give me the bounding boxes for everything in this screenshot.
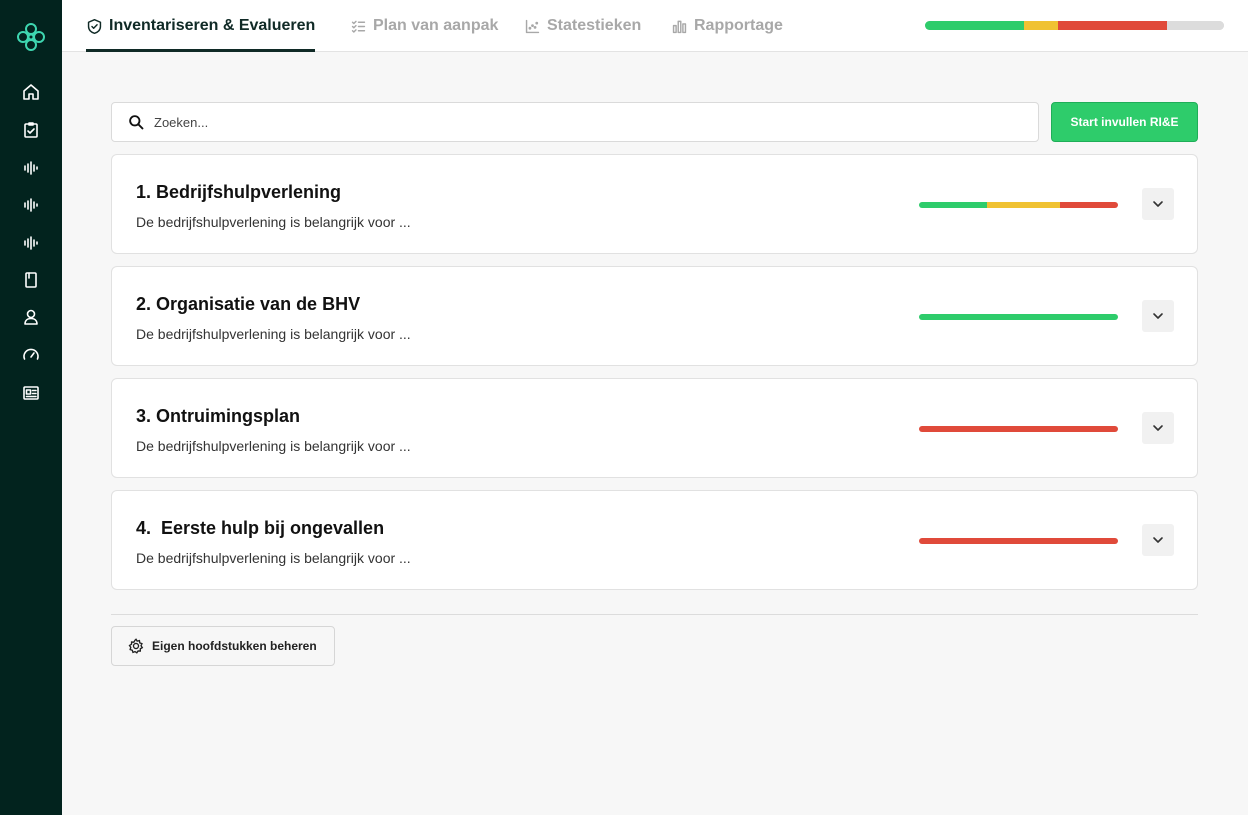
chapter-title: 1. Bedrijfshulpverlening <box>136 182 342 202</box>
checklist-icon <box>351 20 366 33</box>
progress-segment-red <box>1058 21 1168 30</box>
progress-segment-red <box>919 426 1118 432</box>
sidebar-item-audio-3[interactable] <box>19 231 43 255</box>
sidebar-item-audio-1[interactable] <box>19 156 43 180</box>
expand-button[interactable] <box>1142 412 1174 444</box>
chapter-card[interactable]: 4. Eerste hulp bij ongevallen De bedrijf… <box>111 490 1198 590</box>
expand-button[interactable] <box>1142 188 1174 220</box>
chapter-description: De bedrijfshulpverlening is belangrijk v… <box>136 326 411 342</box>
tab-label: Statestieken <box>547 17 642 34</box>
chevron-down-icon <box>1153 425 1163 431</box>
chapter-title: 4. Eerste hulp bij ongevallen <box>136 518 385 538</box>
tab-statestieken[interactable]: Statestieken <box>524 0 641 52</box>
chapter-title: 2. Organisatie van de BHV <box>136 294 361 314</box>
divider <box>111 614 1198 615</box>
search-input[interactable] <box>154 114 1014 130</box>
manage-button-label: Eigen hoofdstukken beheren <box>152 639 317 653</box>
progress-segment-yellow <box>1023 21 1059 30</box>
chapter-card[interactable]: 2. Organisatie van de BHV De bedrijfshul… <box>111 266 1198 366</box>
tab-plan-van-aanpak[interactable]: Plan van aanpak <box>350 0 498 52</box>
waveform-icon <box>24 198 38 212</box>
chapter-progress-bar <box>919 314 1118 320</box>
chapter-progress-bar <box>919 426 1118 432</box>
chapter-description: De bedrijfshulpverlening is belangrijk v… <box>136 438 411 454</box>
flower-logo-icon[interactable] <box>14 20 48 54</box>
progress-segment-green <box>925 21 1024 30</box>
search-box[interactable] <box>111 102 1039 142</box>
sidebar-item-audio-2[interactable] <box>19 193 43 217</box>
top-navigation: Inventariseren & Evalueren Plan van aanp… <box>62 0 1248 52</box>
chapter-description: De bedrijfshulpverlening is belangrijk v… <box>136 214 411 230</box>
chapter-card[interactable]: 3. Ontruimingsplan De bedrijfshulpverlen… <box>111 378 1198 478</box>
tab-label: Plan van aanpak <box>373 17 499 34</box>
newspaper-icon <box>23 386 39 400</box>
expand-button[interactable] <box>1142 300 1174 332</box>
search-icon <box>129 114 144 129</box>
book-icon <box>25 272 37 288</box>
progress-segment-empty <box>1167 21 1224 30</box>
sidebar-item-home[interactable] <box>19 80 43 104</box>
chapter-card[interactable]: 1. Bedrijfshulpverlening De bedrijfshulp… <box>111 154 1198 254</box>
sidebar-item-book[interactable] <box>19 268 43 292</box>
chapter-description: De bedrijfshulpverlening is belangrijk v… <box>136 550 411 566</box>
chevron-down-icon <box>1153 201 1163 207</box>
tab-label: Rapportage <box>694 17 783 34</box>
sidebar-item-dashboard[interactable] <box>19 343 43 367</box>
expand-button[interactable] <box>1142 524 1174 556</box>
progress-segment-red <box>919 538 1118 544</box>
start-invullen-button[interactable]: Start invullen RI&E <box>1051 102 1198 142</box>
waveform-icon <box>24 236 38 250</box>
chevron-down-icon <box>1153 313 1163 319</box>
chapter-title: 3. Ontruimingsplan <box>136 406 301 426</box>
gear-icon <box>128 638 144 654</box>
tab-label: Inventariseren & Evalueren <box>109 17 316 34</box>
shield-check-icon <box>87 18 102 34</box>
tab-inventariseren-evalueren[interactable]: Inventariseren & Evalueren <box>86 0 316 52</box>
chevron-down-icon <box>1153 537 1163 543</box>
clipboard-check-icon <box>24 122 38 138</box>
scatter-chart-icon <box>525 19 540 33</box>
chapter-progress-bar <box>919 538 1118 544</box>
progress-segment-green <box>919 202 987 208</box>
home-icon <box>23 84 39 100</box>
overall-progress-bar <box>925 21 1224 30</box>
progress-segment-green <box>919 314 1118 320</box>
tab-rapportage[interactable]: Rapportage <box>671 0 783 52</box>
progress-segment-yellow <box>986 202 1061 208</box>
speedometer-icon <box>23 348 39 360</box>
waveform-icon <box>24 161 38 175</box>
manage-chapters-button[interactable]: Eigen hoofdstukken beheren <box>111 626 335 666</box>
sidebar <box>0 0 62 815</box>
sidebar-item-news[interactable] <box>19 381 43 405</box>
chapter-progress-bar <box>919 202 1118 208</box>
progress-segment-red <box>1060 202 1118 208</box>
sidebar-item-user[interactable] <box>19 305 43 329</box>
user-icon <box>24 309 38 325</box>
sidebar-item-tasks[interactable] <box>19 118 43 142</box>
bar-chart-icon <box>672 20 687 33</box>
